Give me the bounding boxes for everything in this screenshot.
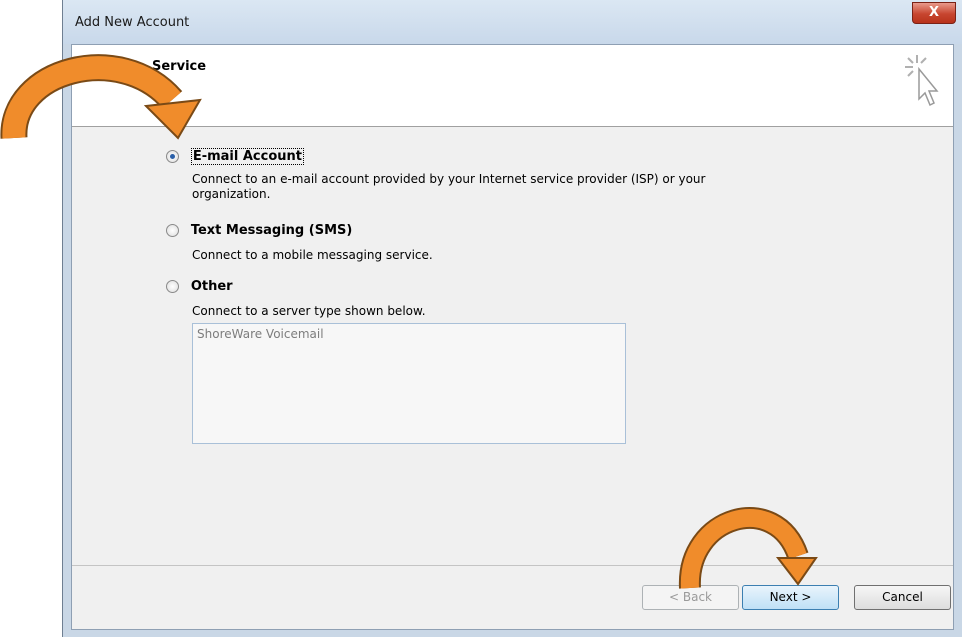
option-email-account[interactable]: E-mail Account <box>166 148 304 165</box>
text-messaging-description: Connect to a mobile messaging service. <box>192 248 433 262</box>
click-cursor-icon <box>903 53 939 118</box>
other-label[interactable]: Other <box>191 279 233 294</box>
option-text-messaging[interactable]: Text Messaging (SMS) <box>166 223 352 238</box>
email-account-radio[interactable] <box>166 150 179 163</box>
server-type-list[interactable]: ShoreWare Voicemail <box>192 323 626 444</box>
curved-arrow-icon <box>0 40 215 150</box>
text-messaging-label[interactable]: Text Messaging (SMS) <box>191 223 352 238</box>
cancel-button[interactable]: Cancel <box>854 585 951 610</box>
option-other[interactable]: Other <box>166 279 233 294</box>
close-button[interactable]: X <box>912 2 956 24</box>
email-account-label[interactable]: E-mail Account <box>190 148 304 165</box>
list-item[interactable]: ShoreWare Voicemail <box>197 327 621 341</box>
email-account-description: Connect to an e-mail account provided by… <box>192 172 706 201</box>
text-messaging-radio[interactable] <box>166 224 179 237</box>
curved-arrow-icon <box>676 496 826 591</box>
other-radio[interactable] <box>166 280 179 293</box>
window-title: Add New Account <box>75 15 190 30</box>
other-description: Connect to a server type shown below. <box>192 304 426 318</box>
title-bar[interactable]: Add New Account X <box>63 0 962 44</box>
